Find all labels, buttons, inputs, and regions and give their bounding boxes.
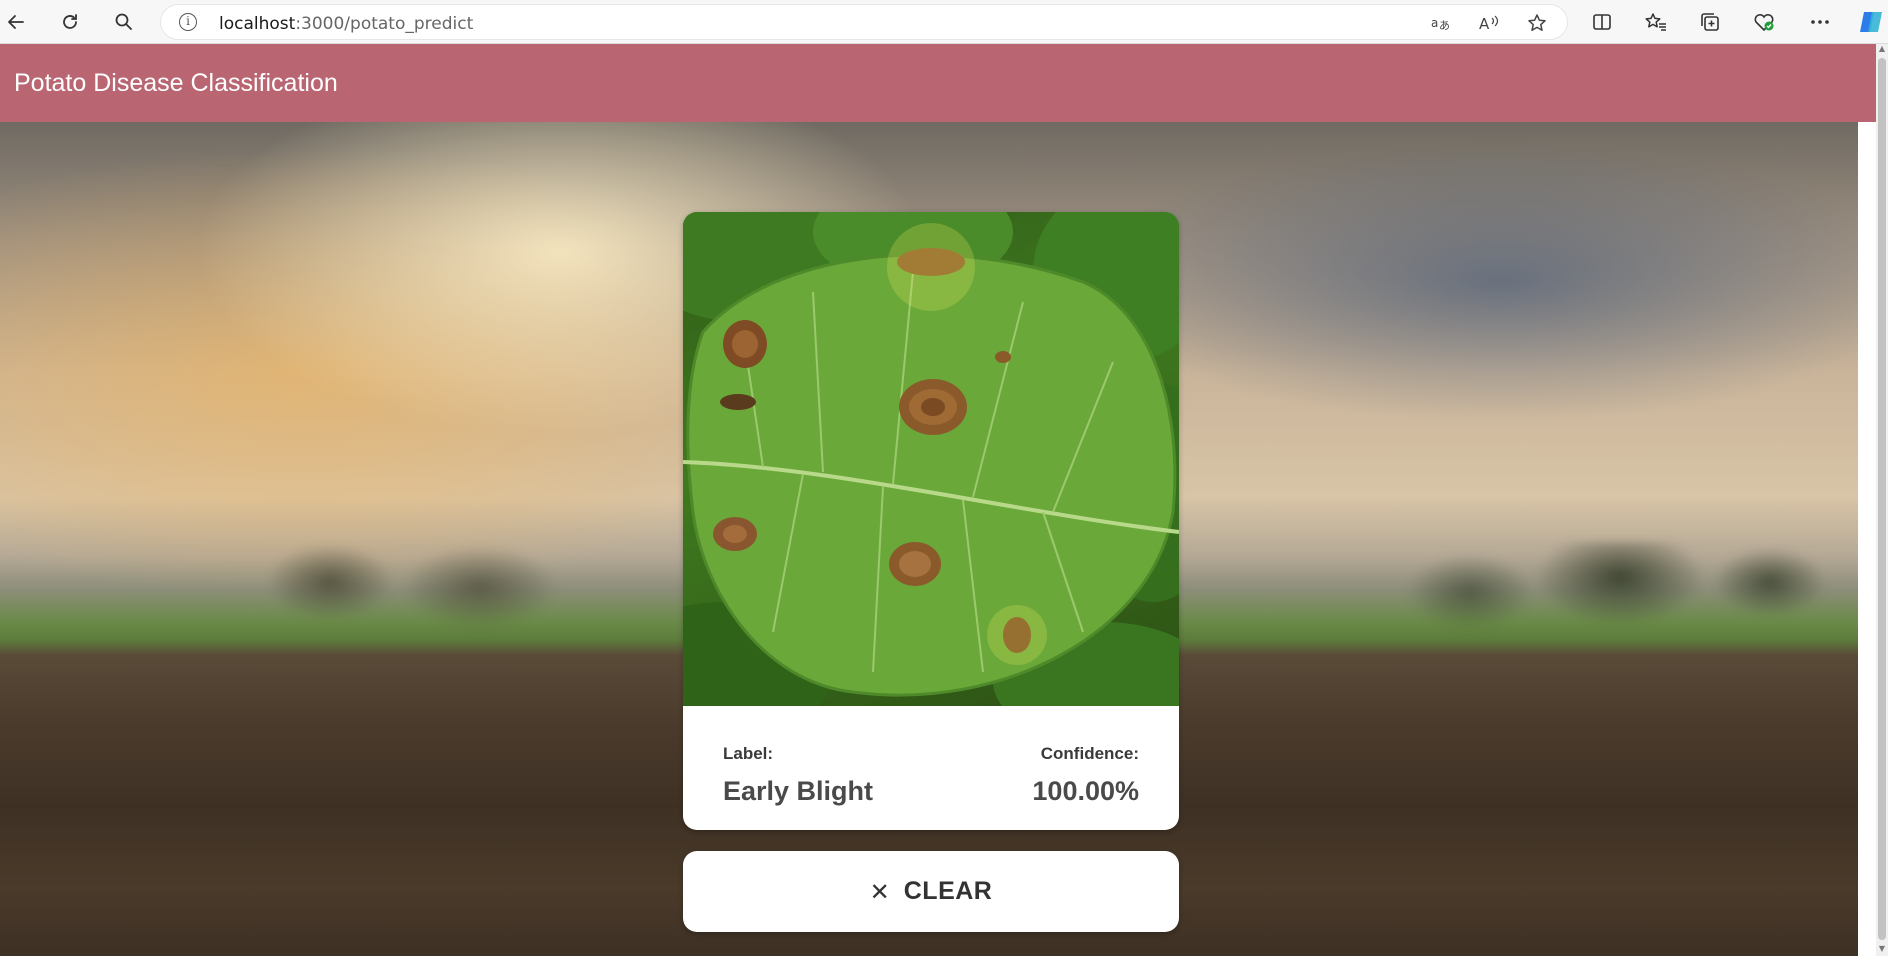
result-card: Label: Early Blight Confidence: 100.00% [683, 212, 1179, 830]
star-icon[interactable] [1521, 7, 1553, 39]
back-arrow-icon[interactable] [0, 6, 32, 38]
browser-essentials-icon[interactable] [1748, 6, 1780, 38]
label-heading: Label: [723, 744, 774, 763]
translate-icon[interactable]: aあ [1425, 7, 1457, 39]
scroll-down-icon[interactable]: ▼ [1876, 944, 1888, 956]
prediction-result: Label: Early Blight Confidence: 100.00% [683, 706, 1179, 830]
svg-text:a: a [1431, 16, 1438, 30]
collections-icon[interactable] [1694, 6, 1726, 38]
svg-text:あ: あ [1439, 19, 1450, 32]
refresh-icon[interactable] [54, 6, 86, 38]
label-value: Early Blight [723, 776, 874, 806]
clear-button-label: CLEAR [903, 877, 993, 905]
svg-text:A: A [1479, 15, 1490, 32]
read-aloud-icon[interactable]: A [1473, 7, 1505, 39]
url-text[interactable]: localhost:3000/potato_predict [219, 14, 473, 34]
close-icon: ✕ [869, 877, 890, 906]
confidence-value: 100.00% [1032, 776, 1139, 806]
confidence-heading: Confidence: [1040, 744, 1139, 763]
url-host: localhost [219, 14, 296, 34]
address-bar[interactable]: i localhost:3000/potato_predict aあ A [160, 4, 1568, 40]
split-screen-icon[interactable] [1586, 6, 1618, 38]
clear-button[interactable]: ✕ CLEAR [683, 851, 1179, 932]
potato-leaf-photo [683, 212, 1179, 706]
site-info-icon[interactable]: i [179, 13, 197, 31]
url-path: :3000/potato_predict [295, 14, 474, 34]
more-icon[interactable] [1804, 6, 1836, 38]
app-title: Potato Disease Classification [14, 69, 338, 97]
scrollbar-thumb[interactable] [1878, 58, 1886, 940]
copilot-icon[interactable] [1856, 6, 1888, 38]
favorites-icon[interactable] [1640, 6, 1672, 38]
browser-toolbar: i localhost:3000/potato_predict aあ A [0, 0, 1888, 44]
scroll-up-icon[interactable]: ▲ [1876, 44, 1888, 56]
search-icon[interactable] [108, 6, 140, 38]
page-scrollbar[interactable]: ▲ ▼ [1876, 44, 1888, 956]
app-header: Potato Disease Classification [0, 44, 1876, 122]
